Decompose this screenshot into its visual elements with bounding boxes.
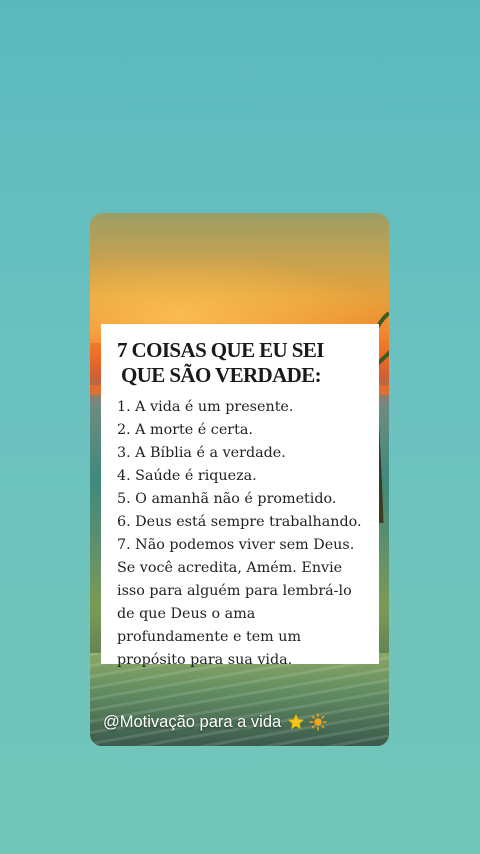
title-line-2: QUE SÃO VERDADE: — [121, 363, 322, 387]
title-line-1: 7 COISAS QUE EU SEI — [117, 338, 324, 362]
list-item: 6. Deus está sempre trabalhando. — [117, 514, 362, 530]
list-item: 3. A Bíblia é a verdade. — [117, 445, 286, 461]
truths-list: 1. A vida é um presente. 2. A morte é ce… — [117, 396, 371, 557]
closing-message: Se você acredita, Amém. Envie isso para … — [117, 560, 352, 668]
list-item: 4. Saúde é riqueza. — [117, 468, 257, 484]
sun-icon — [309, 713, 327, 731]
list-item: 2. A morte é certa. — [117, 422, 253, 438]
quote-box: 7 COISAS QUE EU SEI QUE SÃO VERDADE: 1. … — [101, 324, 379, 668]
list-item: 7. Não podemos viver sem Deus. — [117, 537, 355, 553]
watermark-handle: @Motivação para a vida — [103, 712, 282, 731]
list-item: 5. O amanhã não é prometido. — [117, 491, 337, 507]
star-icon — [287, 713, 305, 730]
watermark: @Motivação para a vida — [103, 710, 327, 734]
quote-title: 7 COISAS QUE EU SEI QUE SÃO VERDADE: — [117, 338, 371, 388]
list-item: 1. A vida é um presente. — [117, 399, 294, 415]
